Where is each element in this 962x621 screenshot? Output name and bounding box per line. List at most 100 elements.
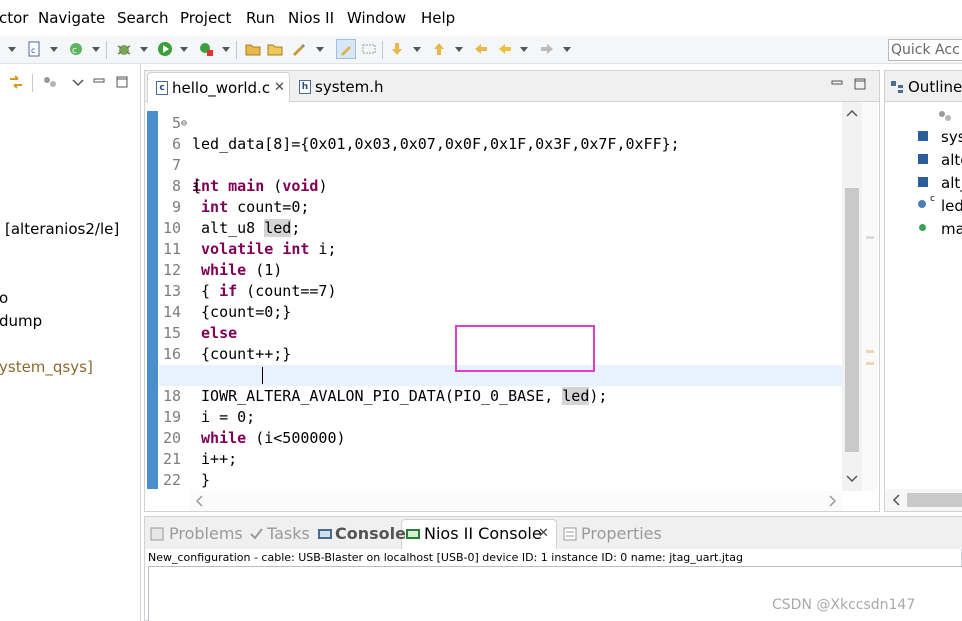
toolbar-separator xyxy=(32,74,33,92)
build-icon[interactable]: c xyxy=(68,41,84,57)
next-annotation-icon[interactable] xyxy=(389,41,405,57)
function-icon xyxy=(919,224,926,231)
menu-item-run[interactable]: Run xyxy=(246,9,275,27)
dropdown-arrow-icon[interactable] xyxy=(413,47,421,52)
outline-item[interactable]: sys xyxy=(941,128,962,146)
tab-nios-ii-console[interactable]: Nios II Console xyxy=(424,524,542,544)
menu-item-help[interactable]: Help xyxy=(421,9,455,27)
outline-hscrollbar[interactable] xyxy=(885,489,962,511)
outline-item[interactable]: alt_ xyxy=(941,174,962,192)
code-line: 21 } xyxy=(159,428,842,489)
external-tools-icon[interactable] xyxy=(198,41,214,57)
horizontal-scrollbar[interactable] xyxy=(190,491,842,511)
h-file-icon: h xyxy=(299,80,311,94)
dropdown-arrow-icon[interactable] xyxy=(140,47,148,52)
forward-arrow-icon[interactable] xyxy=(539,41,555,57)
dropdown-arrow-icon[interactable] xyxy=(92,47,100,52)
scrollbar-thumb[interactable] xyxy=(907,493,962,507)
menu-item-search[interactable]: Search xyxy=(117,9,169,27)
code-area[interactable]: 5 led_data[8]={0x01,0x03,0x07,0x0F,0x1F,… xyxy=(159,102,842,491)
scroll-left-icon[interactable] xyxy=(889,492,905,508)
scroll-right-icon[interactable] xyxy=(824,493,840,509)
block-select-icon[interactable] xyxy=(361,41,377,57)
dropdown-arrow-icon[interactable] xyxy=(316,47,324,52)
code-line: 13 {count=0;} xyxy=(159,260,842,321)
maximize-icon[interactable] xyxy=(852,76,868,92)
connection-status: New_configuration - cable: USB-Blaster o… xyxy=(148,551,743,564)
debug-bug-icon[interactable] xyxy=(116,41,132,57)
filters-icon[interactable] xyxy=(42,74,58,90)
tab-tasks[interactable]: Tasks xyxy=(267,524,310,544)
scroll-up-icon[interactable] xyxy=(844,106,860,122)
outline-item[interactable]: ma xyxy=(941,220,962,238)
minimize-icon[interactable] xyxy=(91,73,107,89)
mark-occurrences-icon[interactable] xyxy=(336,39,356,59)
quick-access-field[interactable]: Quick Acc xyxy=(888,39,962,61)
watermark: CSDN @Xkccsdn147 xyxy=(772,597,916,613)
scroll-left-icon[interactable] xyxy=(192,493,208,509)
dropdown-arrow-icon[interactable] xyxy=(455,47,463,52)
include-icon xyxy=(918,131,928,141)
dropdown-arrow-icon[interactable] xyxy=(520,47,528,52)
tab-label: system.h xyxy=(315,78,384,96)
code-line: 23 } xyxy=(159,470,842,491)
outline-item[interactable]: alte xyxy=(941,151,962,169)
fold-icon[interactable]: ⊖ xyxy=(181,113,187,134)
menu-item-window[interactable]: Window xyxy=(347,9,406,27)
code-line: 9 alt_u8 led; xyxy=(159,176,842,237)
open-project-icon[interactable] xyxy=(245,41,261,57)
overview-marker[interactable] xyxy=(866,362,874,365)
outline-item[interactable]: led xyxy=(941,197,962,215)
console-icon xyxy=(317,526,333,542)
dropdown-arrow-icon[interactable] xyxy=(8,47,16,52)
menu-item-navigate[interactable]: Navigate xyxy=(38,9,105,27)
dropdown-arrow-icon[interactable] xyxy=(563,47,571,52)
scrollbar-thumb[interactable] xyxy=(845,188,859,452)
new-file-icon[interactable]: c xyxy=(26,41,42,57)
run-icon[interactable] xyxy=(157,41,173,57)
view-menu-icon[interactable] xyxy=(70,74,86,90)
project-item[interactable]: ystem_qsys] xyxy=(0,358,93,376)
close-tab-icon[interactable]: ✕ xyxy=(274,73,285,103)
menu-bar: ctor Navigate Search Project Run Nios II… xyxy=(0,0,962,36)
previous-annotation-icon[interactable] xyxy=(431,41,447,57)
last-edit-location-icon[interactable] xyxy=(473,41,489,57)
overview-marker[interactable] xyxy=(866,350,874,353)
dropdown-arrow-icon[interactable] xyxy=(180,47,188,52)
tab-hello-world-c[interactable]: c hello_world.c ✕ xyxy=(147,72,290,102)
variable-icon xyxy=(918,200,926,208)
tab-label: hello_world.c xyxy=(172,79,271,97)
scroll-down-icon[interactable] xyxy=(844,470,860,486)
svg-text:c: c xyxy=(31,46,35,55)
tab-properties[interactable]: Properties xyxy=(581,524,662,544)
menu-item-nios-ii[interactable]: Nios II xyxy=(288,9,334,27)
pen-tool-icon[interactable] xyxy=(290,41,306,57)
overview-marker[interactable] xyxy=(866,236,874,239)
annotation-highlight-box xyxy=(455,325,595,372)
back-arrow-icon[interactable] xyxy=(497,41,513,57)
project-item[interactable]: dump xyxy=(0,312,42,330)
include-icon xyxy=(918,154,928,164)
project-item[interactable]: o xyxy=(0,289,8,307)
menu-item-debug[interactable]: ctor xyxy=(0,9,28,27)
tab-problems[interactable]: Problems xyxy=(169,524,243,544)
minimize-icon[interactable] xyxy=(829,75,845,91)
project-item[interactable]: [alteranios2/le] xyxy=(5,220,119,238)
link-with-editor-icon[interactable] xyxy=(8,74,24,90)
outline-icon xyxy=(889,79,905,95)
dropdown-arrow-icon[interactable] xyxy=(222,47,230,52)
tab-console[interactable]: Console xyxy=(335,524,406,544)
tab-system-h[interactable]: h system.h xyxy=(297,72,397,102)
vertical-scrollbar[interactable] xyxy=(842,102,862,491)
open-folder-icon[interactable] xyxy=(267,41,283,57)
outline-title[interactable]: Outline xyxy=(908,78,962,96)
toolbar-separator xyxy=(382,41,383,59)
menu-item-project[interactable]: Project xyxy=(180,9,231,27)
code-line: 15 {count++;} xyxy=(159,302,842,363)
outline-view: Outline sys alte alt_ c led ma xyxy=(884,70,962,512)
filters-icon[interactable] xyxy=(937,108,953,124)
dropdown-arrow-icon[interactable] xyxy=(50,47,58,52)
code-line: 12 { if (count==7) xyxy=(159,239,842,300)
maximize-icon[interactable] xyxy=(114,74,130,90)
close-tab-icon[interactable]: ✕ xyxy=(538,526,549,541)
